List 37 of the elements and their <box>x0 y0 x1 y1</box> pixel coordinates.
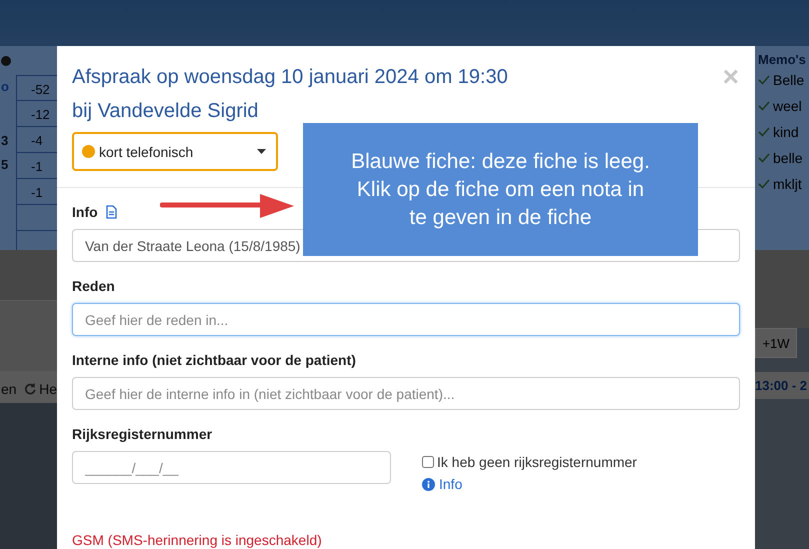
document-icon[interactable] <box>106 205 117 219</box>
memo-text: Belle <box>773 72 804 88</box>
field-label: Info <box>72 204 98 220</box>
week-button[interactable]: +1W <box>755 328 797 358</box>
callout-text: te geven in de fiche <box>409 204 592 230</box>
info-link[interactable]: Info <box>422 476 637 492</box>
dialog-subtitle: bij Vandevelde Sigrid <box>72 99 260 124</box>
input-field[interactable]: Geef hier de reden in... <box>72 303 740 336</box>
arrow-icon <box>160 194 294 218</box>
callout-text: Klik op de fiche om een nota in <box>356 176 644 202</box>
label: 3 <box>1 134 10 148</box>
type-select[interactable]: kort telefonisch <box>72 132 278 171</box>
toolbar-text[interactable]: He <box>39 381 57 397</box>
toolbar-text[interactable]: en <box>1 381 17 397</box>
field-label: Rijksregisternummer <box>72 426 212 442</box>
checkbox-label[interactable]: Ik heb geen rijksregisternummer <box>437 454 637 470</box>
dialog-title: Afspraak op woensdag 10 januari 2024 om 19:30 <box>72 65 509 90</box>
memos-title: Memo's <box>758 52 807 67</box>
callout-text: Blauwe fiche: deze fiche is leeg. <box>351 148 650 174</box>
field-label: Reden <box>72 278 115 294</box>
close-button[interactable]: × <box>722 64 739 90</box>
input-field[interactable]: ______/___/__ <box>72 451 391 484</box>
info-icon <box>422 478 435 490</box>
label: 5 <box>1 158 10 172</box>
input-field[interactable]: Geef hier de interne info in (niet zichtbaar voor de patient)... <box>72 377 740 410</box>
field-label: Interne info (niet zichtbaar voor de patient) <box>72 352 356 368</box>
caret-icon <box>257 149 266 154</box>
memo-text: belle <box>773 150 803 166</box>
sms-label: GSM (SMS-herinnering is ingeschakeld) <box>72 532 323 548</box>
time-range: 13:00 - 2 <box>755 372 809 399</box>
link[interactable]: o <box>1 80 16 94</box>
memo-text: kind <box>773 124 799 140</box>
refresh-icon[interactable] <box>24 382 36 396</box>
background-panel <box>0 250 57 300</box>
memo-text: weel <box>773 98 802 114</box>
checkbox[interactable] <box>422 456 434 468</box>
memo-text: mkljt <box>773 176 802 192</box>
